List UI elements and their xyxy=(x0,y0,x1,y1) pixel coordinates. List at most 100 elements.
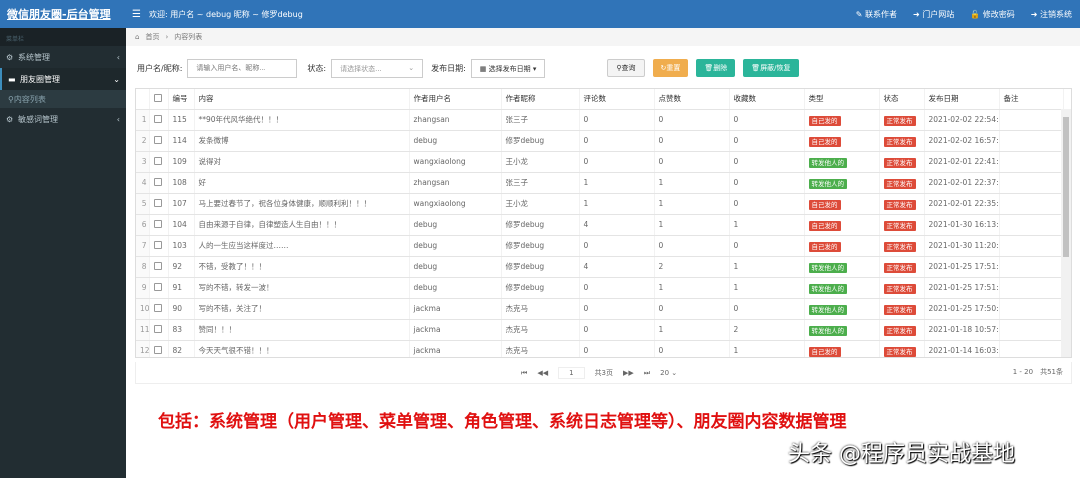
cell-rn: 8 xyxy=(136,256,150,278)
table-row[interactable]: 6 104 自由来源于自律，自律塑造人生自由！！！ debug 修罗debug 4 1 1 自己… xyxy=(136,214,1064,236)
scrollbar-thumb[interactable] xyxy=(1063,117,1069,257)
cell-likes: 1 xyxy=(654,214,730,236)
cell-date: 2021-01-25 17:51:0 xyxy=(924,277,1000,299)
row-checkbox[interactable] xyxy=(149,235,169,257)
row-checkbox[interactable] xyxy=(149,214,169,236)
row-checkbox[interactable] xyxy=(149,277,169,299)
cell-favorites: 0 xyxy=(729,298,805,320)
breadcrumb-separator: › xyxy=(165,33,169,41)
gear-icon: ⚙ xyxy=(6,114,14,124)
cell-remark xyxy=(999,340,1064,357)
col-type[interactable]: 类型 xyxy=(804,89,880,110)
prev-page-icon[interactable]: ◀◀ xyxy=(537,369,548,377)
col-likes[interactable]: 点赞数 xyxy=(654,89,730,110)
row-checkbox[interactable] xyxy=(149,172,169,194)
cell-username: jackma xyxy=(409,298,502,320)
col-favorites[interactable]: 收藏数 xyxy=(729,89,805,110)
table-row[interactable]: 5 107 马上要过春节了，祝各位身体健康，顺顺利利！！！ wangxiaolong 王… xyxy=(136,193,1064,215)
sidebar-item-sensitive-words[interactable]: ⚙ 敏感词管理 ‹ xyxy=(0,108,126,130)
select-all-checkbox[interactable] xyxy=(149,89,169,110)
table-row[interactable]: 10 90 写的不错，关注了！ jackma 杰克马 0 0 0 转发他人的 正常发布 2021-0… xyxy=(136,298,1064,320)
date-picker-button[interactable]: ▦ 选择发布日期 ▾ xyxy=(470,58,546,78)
status-badge: 正常发布 xyxy=(883,346,916,357)
status-badge: 正常发布 xyxy=(883,241,916,252)
cell-likes: 0 xyxy=(654,298,730,320)
page-size-select[interactable]: 20 ⌄ xyxy=(660,369,677,377)
table-row[interactable]: 9 91 写的不错，转发一波！ debug 修罗debug 0 1 1 转发他人的 正常发布 202… xyxy=(136,277,1064,299)
col-date[interactable]: 发布日期 xyxy=(924,89,1000,110)
cell-favorites: 0 xyxy=(729,235,805,257)
table-row[interactable]: 4 108 好 zhangsan 张三子 1 1 0 转发他人的 正常发布 2021-02-01 2… xyxy=(136,172,1064,194)
delete-button[interactable]: 🗑 删除 xyxy=(696,59,736,77)
row-checkbox[interactable] xyxy=(149,319,169,341)
table-scrollbar[interactable] xyxy=(1061,109,1071,357)
row-checkbox[interactable] xyxy=(149,256,169,278)
cell-remark xyxy=(999,193,1064,215)
cell-nickname: 修罗debug xyxy=(501,214,580,236)
col-id[interactable]: 编号 xyxy=(168,89,195,110)
cell-username: wangxiaolong xyxy=(409,193,502,215)
query-button[interactable]: ⚲ 查询 xyxy=(607,59,645,77)
menu-toggle-icon[interactable]: ☰ xyxy=(132,9,141,20)
col-remark[interactable]: 备注 xyxy=(999,89,1064,110)
col-status[interactable]: 状态 xyxy=(879,89,925,110)
page-number-input[interactable]: 1 xyxy=(558,367,585,379)
app-logo[interactable]: 微信朋友圈-后台管理 xyxy=(0,6,126,22)
row-checkbox[interactable] xyxy=(149,298,169,320)
row-checkbox[interactable] xyxy=(149,193,169,215)
table-row[interactable]: 1 115 **90年代风华绝代！！！ zhangsan 张三子 0 0 0 自己发的 正常发布 2… xyxy=(136,109,1064,131)
cell-date: 2021-02-02 16:57:1 xyxy=(924,130,1000,152)
sidebar-item-content-list[interactable]: ⚲ 内容列表 xyxy=(0,90,126,108)
link-label: 修改密码 xyxy=(982,9,1015,19)
button-label: 查询 xyxy=(621,64,636,72)
sidebar-item-system[interactable]: ⚙ 系统管理 ‹ xyxy=(0,46,126,68)
cell-content: 发条微博 xyxy=(194,130,410,152)
cell-type: 转发他人的 xyxy=(804,151,880,173)
col-username[interactable]: 作者用户名 xyxy=(409,89,502,110)
table-row[interactable]: 3 109 说得对 wangxiaolong 王小龙 0 0 0 转发他人的 正常发布 2021-0… xyxy=(136,151,1064,173)
logout-link[interactable]: ➜ 注销系统 xyxy=(1031,9,1072,20)
table-row[interactable]: 8 92 不错，受教了！！！ debug 修罗debug 4 2 1 转发他人的 正常发布 2021… xyxy=(136,256,1064,278)
cell-content: 今天天气很不错！！！ xyxy=(194,340,410,357)
reset-button[interactable]: ↻ 重置 xyxy=(652,59,689,77)
welcome-text: 欢迎: 用户名 ~ debug 昵称 ~ 修罗debug xyxy=(148,9,303,19)
cell-status: 正常发布 xyxy=(879,172,925,194)
sidebar-item-moments[interactable]: ▬ 朋友圈管理 ⌄ xyxy=(0,68,126,90)
last-page-icon[interactable]: ⏭ xyxy=(644,369,650,378)
type-badge: 自己发的 xyxy=(808,346,841,357)
total-pages: 共3页 xyxy=(594,369,614,377)
row-checkbox[interactable] xyxy=(149,151,169,173)
calendar-icon: ▦ xyxy=(479,64,489,73)
col-comments[interactable]: 评论数 xyxy=(579,89,655,110)
first-page-icon[interactable]: ⏮ xyxy=(521,369,527,378)
row-checkbox[interactable] xyxy=(149,109,169,131)
cell-content: 写的不错，转发一波！ xyxy=(194,277,410,299)
cell-id: 109 xyxy=(168,151,195,173)
toggle-block-button[interactable]: 🗑 屏蔽/恢复 xyxy=(743,59,799,77)
next-page-icon[interactable]: ▶▶ xyxy=(623,369,634,377)
contact-author-link[interactable]: ✎ 联系作者 xyxy=(856,9,897,20)
user-search-input[interactable] xyxy=(187,58,298,78)
status-badge: 正常发布 xyxy=(883,136,916,147)
cell-status: 正常发布 xyxy=(879,151,925,173)
col-content[interactable]: 内容 xyxy=(194,89,410,110)
cell-likes: 0 xyxy=(654,109,730,131)
row-checkbox[interactable] xyxy=(149,340,169,357)
table-row[interactable]: 12 82 今天天气很不错！！！ jackma 杰克马 0 0 1 自己发的 正常发布 2021-0… xyxy=(136,340,1064,357)
portal-link[interactable]: ➜ 门户网站 xyxy=(913,9,954,20)
table-row[interactable]: 7 103 人的一生应当这样度过…… debug 修罗debug 0 0 0 自己发的 正常发布 2… xyxy=(136,235,1064,257)
table-row[interactable]: 11 83 赞同！！！ jackma 杰克马 0 1 2 转发他人的 正常发布 2021-01-18… xyxy=(136,319,1064,341)
breadcrumb-home[interactable]: 首页 xyxy=(145,32,159,42)
cell-remark xyxy=(999,319,1064,341)
status-badge: 正常发布 xyxy=(883,199,916,210)
row-checkbox[interactable] xyxy=(149,130,169,152)
cell-content: 自由来源于自律，自律塑造人生自由！！！ xyxy=(194,214,410,236)
col-nickname[interactable]: 作者昵称 xyxy=(501,89,580,110)
cell-likes: 1 xyxy=(654,277,730,299)
cell-type: 转发他人的 xyxy=(804,277,880,299)
table-row[interactable]: 2 114 发条微博 debug 修罗debug 0 0 0 自己发的 正常发布 2021-02-0… xyxy=(136,130,1064,152)
status-select[interactable]: 请选择状态... ⌄ xyxy=(331,58,424,78)
change-password-link[interactable]: 🔓 修改密码 xyxy=(970,9,1015,20)
cell-nickname: 修罗debug xyxy=(501,130,580,152)
type-badge: 转发他人的 xyxy=(808,262,847,273)
